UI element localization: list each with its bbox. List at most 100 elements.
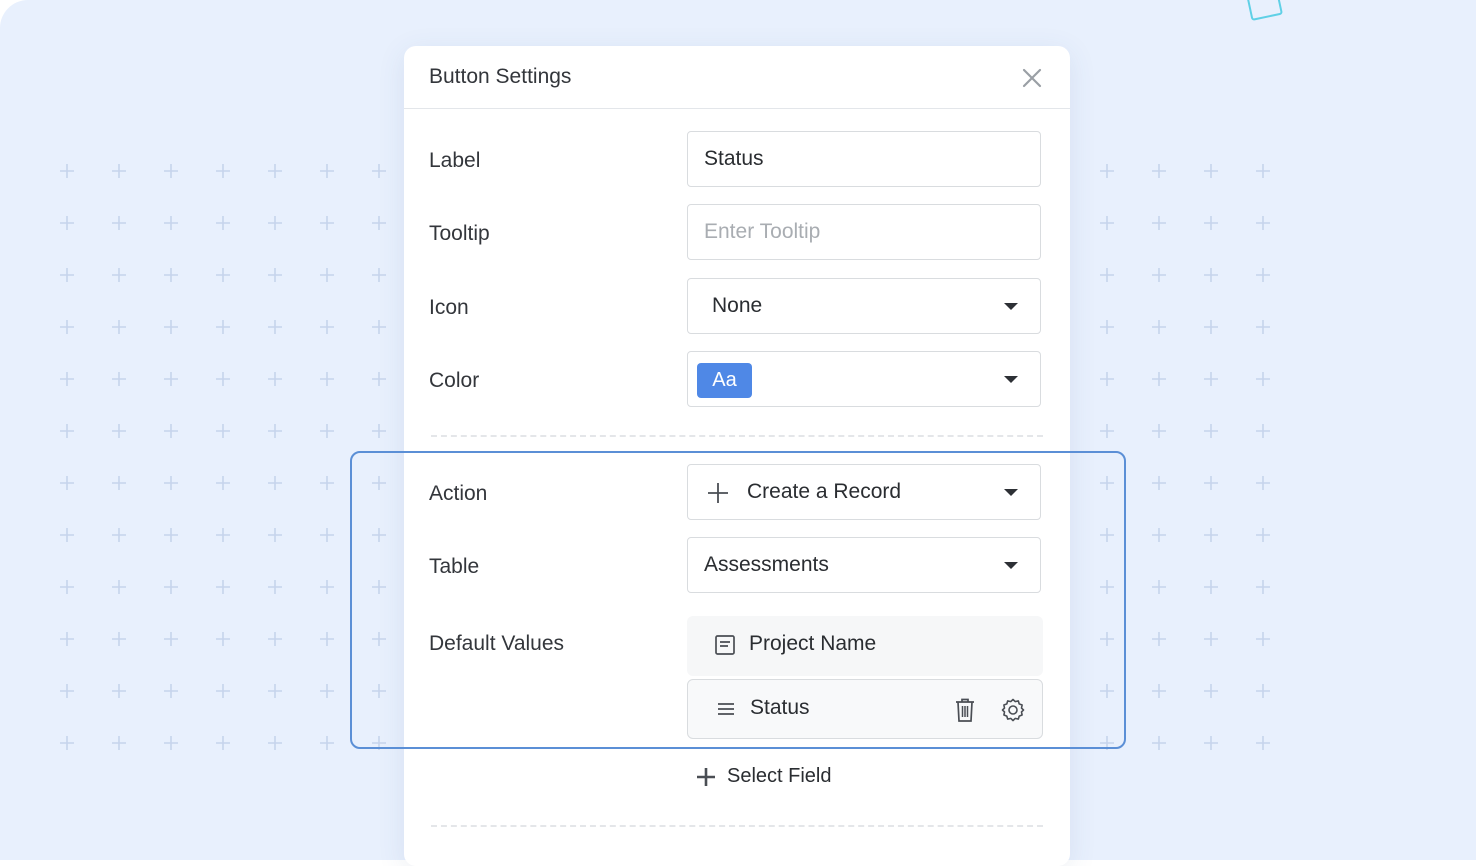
chevron-down-icon bbox=[1004, 562, 1018, 569]
plus-mark bbox=[216, 476, 230, 490]
plus-mark bbox=[1152, 684, 1166, 698]
default-value-label: Project Name bbox=[749, 632, 877, 655]
plus-mark bbox=[1152, 164, 1166, 178]
plus-mark bbox=[1152, 528, 1166, 542]
plus-mark bbox=[164, 684, 178, 698]
label-input[interactable]: Status bbox=[687, 131, 1041, 187]
plus-mark bbox=[1256, 372, 1270, 386]
tooltip-input[interactable]: Enter Tooltip bbox=[687, 204, 1041, 260]
close-icon[interactable] bbox=[1020, 66, 1044, 90]
plus-mark bbox=[320, 736, 334, 750]
gear-icon[interactable] bbox=[1000, 697, 1026, 723]
table-select[interactable]: Assessments bbox=[687, 537, 1041, 593]
chevron-down-icon bbox=[1004, 489, 1018, 496]
plus-mark bbox=[372, 632, 386, 646]
plus-mark bbox=[320, 372, 334, 386]
plus-mark bbox=[164, 528, 178, 542]
plus-mark bbox=[1204, 268, 1218, 282]
plus-mark bbox=[1204, 424, 1218, 438]
color-select[interactable]: Aa bbox=[687, 351, 1041, 407]
plus-mark bbox=[1100, 736, 1114, 750]
plus-mark bbox=[372, 372, 386, 386]
plus-mark bbox=[164, 320, 178, 334]
icon-select-value: None bbox=[712, 294, 763, 317]
plus-mark bbox=[112, 580, 126, 594]
plus-mark bbox=[372, 736, 386, 750]
plus-mark bbox=[268, 476, 282, 490]
plus-mark bbox=[1100, 372, 1114, 386]
plus-mark bbox=[216, 580, 230, 594]
icon-select[interactable]: None bbox=[687, 278, 1041, 334]
plus-mark bbox=[1204, 528, 1218, 542]
label-caption: Label bbox=[429, 149, 481, 172]
plus-mark bbox=[112, 268, 126, 282]
plus-mark bbox=[320, 476, 334, 490]
plus-mark bbox=[216, 268, 230, 282]
plus-mark bbox=[164, 632, 178, 646]
select-field-label: Select Field bbox=[727, 765, 832, 787]
plus-mark bbox=[1256, 216, 1270, 230]
action-select[interactable]: Create a Record bbox=[687, 464, 1041, 520]
plus-mark bbox=[112, 632, 126, 646]
plus-mark bbox=[112, 372, 126, 386]
section-divider bbox=[431, 435, 1043, 437]
plus-mark bbox=[60, 580, 74, 594]
plus-mark bbox=[216, 684, 230, 698]
trash-icon[interactable] bbox=[953, 697, 977, 723]
default-values-caption: Default Values bbox=[429, 632, 565, 655]
plus-mark bbox=[1204, 684, 1218, 698]
tooltip-placeholder: Enter Tooltip bbox=[704, 220, 821, 243]
plus-mark bbox=[320, 216, 334, 230]
plus-mark bbox=[372, 216, 386, 230]
plus-mark bbox=[1256, 164, 1270, 178]
plus-mark bbox=[216, 320, 230, 334]
default-value-item[interactable]: Status bbox=[687, 679, 1043, 739]
plus-mark bbox=[1152, 580, 1166, 594]
plus-mark bbox=[60, 528, 74, 542]
plus-mark bbox=[164, 372, 178, 386]
plus-mark bbox=[1256, 320, 1270, 334]
plus-mark bbox=[60, 372, 74, 386]
plus-mark bbox=[268, 320, 282, 334]
plus-mark bbox=[268, 164, 282, 178]
plus-mark bbox=[216, 216, 230, 230]
plus-mark bbox=[1152, 320, 1166, 334]
plus-mark bbox=[60, 632, 74, 646]
plus-mark bbox=[1256, 736, 1270, 750]
plus-mark bbox=[1204, 476, 1218, 490]
plus-mark bbox=[112, 216, 126, 230]
plus-mark bbox=[372, 684, 386, 698]
plus-mark bbox=[372, 476, 386, 490]
plus-mark bbox=[60, 320, 74, 334]
plus-mark bbox=[372, 164, 386, 178]
plus-mark bbox=[372, 424, 386, 438]
plus-mark bbox=[1152, 424, 1166, 438]
table-select-value: Assessments bbox=[704, 553, 829, 576]
text-field-icon bbox=[715, 635, 735, 655]
plus-mark bbox=[268, 372, 282, 386]
plus-mark bbox=[1204, 164, 1218, 178]
table-caption: Table bbox=[429, 555, 480, 578]
plus-mark bbox=[1100, 320, 1114, 334]
button-settings-dialog: Button Settings Label Status Tooltip Ent… bbox=[404, 46, 1070, 866]
plus-mark bbox=[1152, 476, 1166, 490]
plus-mark bbox=[1256, 632, 1270, 646]
default-value-item[interactable]: Project Name bbox=[687, 616, 1043, 676]
plus-mark bbox=[268, 580, 282, 594]
plus-mark bbox=[112, 320, 126, 334]
plus-mark bbox=[1152, 736, 1166, 750]
color-caption: Color bbox=[429, 369, 480, 392]
dialog-header: Button Settings bbox=[404, 46, 1070, 109]
list-lines-icon bbox=[718, 703, 734, 715]
plus-mark bbox=[1152, 372, 1166, 386]
plus-mark bbox=[216, 372, 230, 386]
plus-mark bbox=[268, 736, 282, 750]
plus-mark bbox=[164, 736, 178, 750]
plus-mark bbox=[372, 580, 386, 594]
tooltip-caption: Tooltip bbox=[429, 222, 490, 245]
label-input-value: Status bbox=[704, 147, 764, 170]
chevron-down-icon bbox=[1004, 303, 1018, 310]
plus-mark bbox=[60, 736, 74, 750]
plus-mark bbox=[112, 424, 126, 438]
plus-mark bbox=[164, 476, 178, 490]
